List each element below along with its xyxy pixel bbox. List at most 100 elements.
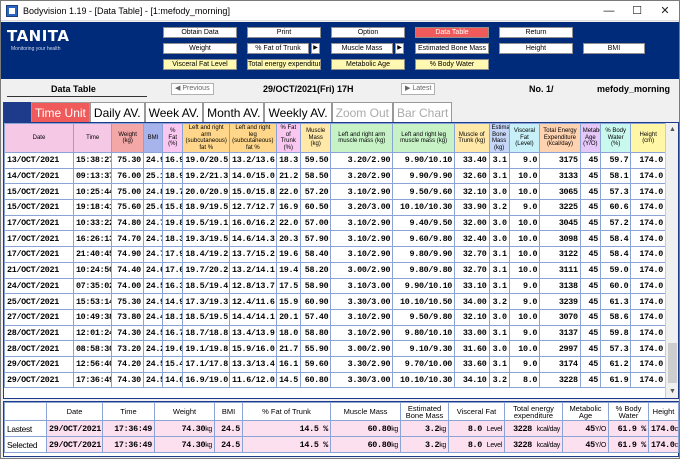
table-row[interactable]: 29/OCT/202117:36:4974.3024.514.016.9/19.… bbox=[4, 371, 666, 389]
scroll-down-icon[interactable]: ▼ bbox=[666, 385, 678, 398]
print-button[interactable]: Print bbox=[247, 27, 321, 38]
cell-bone-mass: 3.2 bbox=[488, 293, 510, 310]
previous-button[interactable]: ◀ Previous bbox=[171, 83, 214, 95]
cell-height: 174.0 bbox=[630, 355, 666, 373]
column-header-visceral-fat[interactable]: Visceral Fat (Level) bbox=[508, 123, 541, 153]
table-row[interactable]: 17/OCT/202121:40:4574.9024.717.918.4/19.… bbox=[4, 246, 666, 263]
bone-mass-button[interactable]: Estimated Bone Mass bbox=[415, 43, 489, 54]
cell-trunk-muscle: 33.10 bbox=[454, 277, 490, 295]
weight-button[interactable]: Weight bbox=[163, 43, 237, 54]
summary-water: 61.9 % bbox=[608, 436, 649, 453]
column-header-trunk-muscle[interactable]: Muscle of Trunk (kg) bbox=[454, 123, 490, 153]
cell-bone-mass: 3.1 bbox=[488, 152, 510, 169]
column-header-date[interactable]: Date bbox=[4, 123, 74, 153]
table-row[interactable]: 13/OCT/202115:38:2775.3024.916.919.0/20.… bbox=[4, 152, 666, 169]
table-row[interactable]: 15/OCT/202119:18:4175.6025.015.818.9/19.… bbox=[4, 199, 666, 216]
latest-button[interactable]: ▶ Latest bbox=[401, 83, 436, 95]
cell-metabolic-age: 45 bbox=[579, 293, 601, 310]
body-water-button[interactable]: % Body Water bbox=[415, 59, 489, 70]
table-row[interactable]: 15/OCT/202110:25:4475.0024.819.720.0/20.… bbox=[4, 183, 666, 201]
tab-weekly-av[interactable]: Weekly AV. bbox=[264, 102, 332, 122]
table-row[interactable]: 21/OCT/202110:24:5074.4024.617.619.7/20.… bbox=[4, 261, 666, 279]
tab-week-av[interactable]: Week AV. bbox=[144, 102, 204, 122]
table-header-row: Date Time Weight (kg) BMI% Fat (%) Left and … bbox=[4, 123, 666, 153]
table-row[interactable]: 28/OCT/202112:01:2474.3024.516.718.7/18.… bbox=[4, 324, 666, 342]
column-header-leg-muscle[interactable]: Left and right leg muscle mass (kg) bbox=[392, 123, 456, 153]
table-row[interactable]: 27/OCT/202110:49:3873.8024.418.118.5/19.… bbox=[4, 308, 666, 326]
muscle-unit: kg bbox=[391, 425, 398, 433]
column-header-leg-fat[interactable]: Left and right leg (subcutaneous) fat % bbox=[229, 123, 277, 153]
table-row[interactable]: 28/OCT/202108:58:3073.2024.219.619.1/19.… bbox=[4, 340, 666, 357]
column-header-body-water[interactable]: % Body Water (%) bbox=[599, 123, 632, 153]
summary-row-lastest[interactable]: Lastest 29/OCT/2021 17:36:49 74.30kg 24.… bbox=[4, 420, 679, 437]
summary-visceral: 8.0 Level bbox=[448, 420, 505, 437]
scroll-thumb[interactable] bbox=[668, 343, 677, 383]
table-scrollbar[interactable]: ▲ ▼ bbox=[665, 123, 678, 398]
cell-trunk-fat: 17.5 bbox=[275, 277, 301, 295]
table-row[interactable]: 24/OCT/202107:35:0274.0024.516.318.5/19.… bbox=[4, 277, 666, 295]
cell-trunk-fat: 16.1 bbox=[275, 355, 301, 373]
row-label: Selected bbox=[4, 436, 47, 453]
summary-bone: 3.2kg bbox=[400, 436, 449, 453]
muscle-mass-button[interactable]: Muscle Mass bbox=[331, 43, 393, 54]
energy-value: 3228 bbox=[513, 439, 532, 450]
cell-time: 15:38:27 bbox=[72, 152, 113, 169]
cell-bone-mass: 3.1 bbox=[488, 324, 510, 342]
column-header-weight[interactable]: Weight (kg) bbox=[111, 123, 144, 153]
height-button[interactable]: Height bbox=[499, 43, 573, 54]
summary-bone: 3.2kg bbox=[400, 420, 449, 437]
cell-arm-muscle: 3.10/2.90 bbox=[330, 230, 394, 248]
data-table-button[interactable]: Data Table bbox=[415, 27, 489, 38]
column-header-bone-mass[interactable]: Estimated Bone Mass (kg) bbox=[488, 123, 510, 153]
cell-trunk-muscle: 32.60 bbox=[454, 167, 490, 185]
table-row[interactable]: 17/OCT/202116:26:1374.7024.718.319.3/19.… bbox=[4, 230, 666, 248]
obtain-data-button[interactable]: Obtain Data bbox=[163, 27, 237, 38]
summary-row-selected[interactable]: Selected 29/OCT/2021 17:36:49 74.30kg 24… bbox=[4, 436, 679, 453]
cell-bmi: 24.2 bbox=[142, 340, 164, 357]
column-header-height[interactable]: Height (cm) bbox=[630, 123, 666, 153]
total-energy-button[interactable]: Total energy expenditure bbox=[247, 59, 321, 70]
energy-unit: kcal/day bbox=[536, 441, 561, 449]
tab-daily-av[interactable]: Daily AV. bbox=[89, 102, 145, 122]
fat-trunk-button[interactable]: % Fat of Trunk bbox=[247, 43, 309, 54]
summary-time: 17:36:49 bbox=[102, 436, 155, 453]
column-header-trunk-fat[interactable]: % Fat of Trunk (%) bbox=[275, 123, 301, 153]
cell-weight: 73.20 bbox=[111, 340, 144, 357]
return-button[interactable]: Return bbox=[499, 27, 573, 38]
column-header-arm-fat[interactable]: Left and right arm (subcutaneous) fat % bbox=[182, 123, 231, 153]
table-row[interactable]: 25/OCT/202115:53:1475.3024.914.917.3/19.… bbox=[4, 293, 666, 310]
column-header-energy[interactable]: Total Energy Expenditure (kcal/day) bbox=[539, 123, 581, 153]
column-header-metabolic-age[interactable]: Metabolic Age (Y/O) bbox=[579, 123, 601, 153]
cell-arm-muscle: 3.10/2.90 bbox=[330, 324, 394, 342]
tab-time-unit[interactable]: Time Unit bbox=[31, 102, 90, 122]
fat-trunk-arrow-icon[interactable]: ▶ bbox=[311, 43, 320, 54]
metabolic-age-button[interactable]: Metabolic Age bbox=[331, 59, 405, 70]
maximize-button[interactable]: ☐ bbox=[623, 1, 651, 21]
table-row[interactable]: 17/OCT/202110:33:2274.8024.719.819.5/19.… bbox=[4, 214, 666, 232]
cell-fat: 16.3 bbox=[162, 277, 184, 295]
bmi-button[interactable]: BMI bbox=[583, 43, 645, 54]
option-button[interactable]: Option bbox=[331, 27, 405, 38]
cell-body-water: 60.6 bbox=[599, 199, 632, 216]
table-row[interactable]: 29/OCT/202112:56:4074.2024.515.417.1/17.… bbox=[4, 355, 666, 373]
weight-value: 74.30 bbox=[181, 439, 206, 450]
muscle-mass-arrow-icon[interactable]: ▶ bbox=[395, 43, 404, 54]
column-header-muscle-mass[interactable]: Muscle Mass (kg) bbox=[299, 123, 332, 153]
table-row[interactable]: 14/OCT/202109:13:3776.0025.118.919.2/21.… bbox=[4, 167, 666, 185]
column-header-arm-muscle[interactable]: Left and right arm muscle mass (kg) bbox=[330, 123, 394, 153]
cell-leg-muscle: 9.90/10.10 bbox=[392, 152, 456, 169]
tab-zoom-out[interactable]: Zoom Out bbox=[331, 102, 393, 122]
scroll-up-icon[interactable]: ▲ bbox=[666, 123, 678, 136]
column-header-fat[interactable]: % Fat (%) bbox=[162, 123, 184, 153]
cell-weight: 74.30 bbox=[111, 324, 144, 342]
tab-month-av[interactable]: Month AV. bbox=[203, 102, 265, 122]
tab-bar-chart[interactable]: Bar Chart bbox=[392, 102, 453, 122]
cell-metabolic-age: 45 bbox=[579, 214, 601, 232]
summary-visceral: 8.0 Level bbox=[448, 436, 505, 453]
column-header-bmi[interactable]: BMI bbox=[142, 123, 164, 153]
column-header-time[interactable]: Time bbox=[72, 123, 113, 153]
summary-header-row: Date Time Weight BMI% Fat of Trunk Muscle Ma… bbox=[4, 402, 679, 421]
minimize-button[interactable]: — bbox=[595, 1, 623, 21]
visceral-fat-button[interactable]: Visceral Fat Level bbox=[163, 59, 237, 70]
close-button[interactable]: ✕ bbox=[651, 1, 679, 21]
